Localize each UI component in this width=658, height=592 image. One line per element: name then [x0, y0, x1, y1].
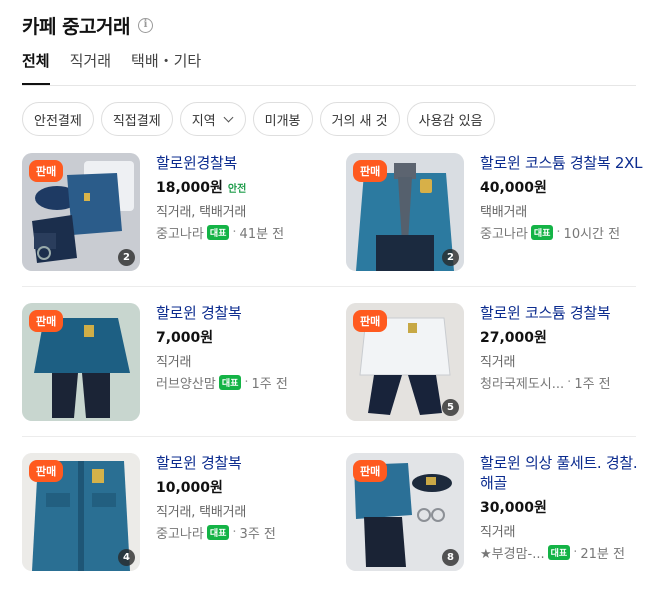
- row-divider: [22, 286, 636, 287]
- filter-unopened[interactable]: 미개봉: [252, 102, 313, 136]
- listing-info: 할로윈 코스튬 경찰복 2XL 40,000원 택배거래 중고나라 대표 · 1…: [480, 153, 650, 242]
- separator-dot: ·: [232, 225, 237, 240]
- photo-count: 2: [118, 249, 135, 266]
- rep-badge: 대표: [206, 225, 230, 240]
- photo-count: 2: [442, 249, 459, 266]
- rep-badge: 대표: [530, 225, 554, 240]
- listing-card[interactable]: 판매 2 할로윈경찰복 18,000원 안전 직거래, 택배거래 중고나라 대표…: [22, 153, 322, 271]
- tabs-divider: [22, 85, 636, 86]
- trade-method: 택배거래: [480, 205, 528, 220]
- tab-direct[interactable]: 직거래: [70, 50, 111, 85]
- post-time: 1주 전: [574, 377, 611, 392]
- listing-meta: 중고나라 대표 · 3주 전: [156, 523, 326, 542]
- listing-meta: ★부경맘-... 대표 · 21분 전: [480, 543, 650, 562]
- sale-badge: 판매: [29, 160, 64, 182]
- tab-delivery[interactable]: 택배・기타: [131, 50, 201, 85]
- listing-card[interactable]: 판매 4 할로윈 경찰복 10,000원 직거래, 택배거래 중고나라 대표 ·…: [22, 453, 322, 571]
- filter-direct-pay[interactable]: 직접결제: [100, 102, 173, 136]
- listing-price: 27,000원: [480, 330, 547, 346]
- filter-safe-pay[interactable]: 안전결제: [22, 102, 94, 136]
- filter-used[interactable]: 사용감 있음: [406, 102, 495, 136]
- separator-dot: ·: [244, 375, 249, 390]
- product-image[interactable]: 판매 8: [346, 453, 464, 571]
- filter-chips: 안전결제 직접결제 지역 미개봉 거의 새 것 사용감 있음: [22, 102, 495, 136]
- photo-count: 4: [118, 549, 135, 566]
- sale-badge: 판매: [29, 310, 64, 332]
- separator-dot: ·: [556, 225, 561, 240]
- listing-info: 할로윈경찰복 18,000원 안전 직거래, 택배거래 중고나라 대표 · 41…: [156, 153, 326, 242]
- trade-method: 직거래: [480, 525, 516, 540]
- photo-count: 8: [442, 549, 459, 566]
- listing-price: 40,000원: [480, 180, 547, 196]
- filter-region[interactable]: 지역: [179, 102, 246, 136]
- listing-price: 10,000원: [156, 480, 223, 496]
- trade-method: 직거래, 택배거래: [156, 505, 247, 520]
- product-image[interactable]: 판매 5: [346, 303, 464, 421]
- info-icon[interactable]: i: [138, 18, 153, 33]
- post-time: 3주 전: [239, 527, 276, 542]
- trade-method: 직거래: [156, 355, 192, 370]
- listing-meta: 중고나라 대표 · 41분 전: [156, 223, 326, 242]
- listing-info: 할로윈 코스튬 경찰복 27,000원 직거래 청라국제도시... · 1주 전: [480, 303, 650, 392]
- row-divider: [22, 436, 636, 437]
- product-image[interactable]: 판매 4: [22, 453, 140, 571]
- listing-meta: 청라국제도시... · 1주 전: [480, 373, 650, 392]
- listing-meta: 중고나라 대표 · 10시간 전: [480, 223, 650, 242]
- product-image[interactable]: 판매: [22, 303, 140, 421]
- rep-badge: 대표: [218, 375, 242, 390]
- tab-bar: 전체 직거래 택배・기타: [22, 50, 201, 85]
- product-image[interactable]: 판매 2: [22, 153, 140, 271]
- separator-dot: ·: [567, 375, 572, 390]
- listing-title[interactable]: 할로윈 코스튬 경찰복: [480, 303, 650, 323]
- trade-method: 직거래: [480, 355, 516, 370]
- cafe-name[interactable]: 청라국제도시...: [480, 373, 564, 392]
- listing-card[interactable]: 판매 5 할로윈 코스튬 경찰복 27,000원 직거래 청라국제도시... ·…: [346, 303, 646, 421]
- tab-all[interactable]: 전체: [22, 50, 50, 85]
- cafe-name[interactable]: 중고나라: [156, 223, 204, 242]
- cafe-name[interactable]: ★부경맘-...: [480, 543, 545, 562]
- cafe-name[interactable]: 러브양산맘: [156, 373, 216, 392]
- post-time: 41분 전: [239, 227, 285, 242]
- cafe-name[interactable]: 중고나라: [480, 223, 528, 242]
- rep-badge: 대표: [547, 545, 571, 560]
- listing-price: 7,000원: [156, 330, 214, 346]
- sale-badge: 판매: [353, 160, 388, 182]
- safe-pay-tag: 안전: [227, 183, 247, 195]
- listing-title[interactable]: 할로윈경찰복: [156, 153, 326, 173]
- listing-info: 할로윈 경찰복 7,000원 직거래 러브양산맘 대표 · 1주 전: [156, 303, 326, 392]
- separator-dot: ·: [232, 525, 237, 540]
- listing-title[interactable]: 할로윈 경찰복: [156, 453, 326, 473]
- listing-meta: 러브양산맘 대표 · 1주 전: [156, 373, 326, 392]
- page-title: 카페 중고거래: [22, 16, 131, 38]
- listing-card[interactable]: 판매 2 할로윈 코스튬 경찰복 2XL 40,000원 택배거래 중고나라 대…: [346, 153, 646, 271]
- trade-method: 직거래, 택배거래: [156, 205, 247, 220]
- chevron-down-icon: [223, 112, 234, 122]
- product-image[interactable]: 판매 2: [346, 153, 464, 271]
- post-time: 10시간 전: [563, 227, 621, 242]
- listing-card[interactable]: 판매 8 할로윈 의상 풀세트. 경찰. 해골 30,000원 직거래 ★부경맘…: [346, 453, 646, 571]
- separator-dot: ·: [573, 545, 578, 560]
- sale-badge: 판매: [353, 460, 388, 482]
- listing-title[interactable]: 할로윈 의상 풀세트. 경찰. 해골: [480, 453, 650, 493]
- cafe-name[interactable]: 중고나라: [156, 523, 204, 542]
- sale-badge: 판매: [353, 310, 388, 332]
- listing-title[interactable]: 할로윈 경찰복: [156, 303, 326, 323]
- listing-title[interactable]: 할로윈 코스튬 경찰복 2XL: [480, 153, 650, 173]
- post-time: 21분 전: [580, 547, 625, 562]
- post-time: 1주 전: [251, 377, 288, 392]
- photo-count: 5: [442, 399, 459, 416]
- sale-badge: 판매: [29, 460, 64, 482]
- listing-info: 할로윈 의상 풀세트. 경찰. 해골 30,000원 직거래 ★부경맘-... …: [480, 453, 650, 562]
- listing-info: 할로윈 경찰복 10,000원 직거래, 택배거래 중고나라 대표 · 3주 전: [156, 453, 326, 542]
- rep-badge: 대표: [206, 525, 230, 540]
- page-header: 카페 중고거래 i: [22, 12, 153, 39]
- listing-price: 18,000원: [156, 180, 223, 196]
- listing-price: 30,000원: [480, 500, 547, 516]
- listing-card[interactable]: 판매 할로윈 경찰복 7,000원 직거래 러브양산맘 대표 · 1주 전: [22, 303, 322, 421]
- filter-like-new[interactable]: 거의 새 것: [319, 102, 400, 136]
